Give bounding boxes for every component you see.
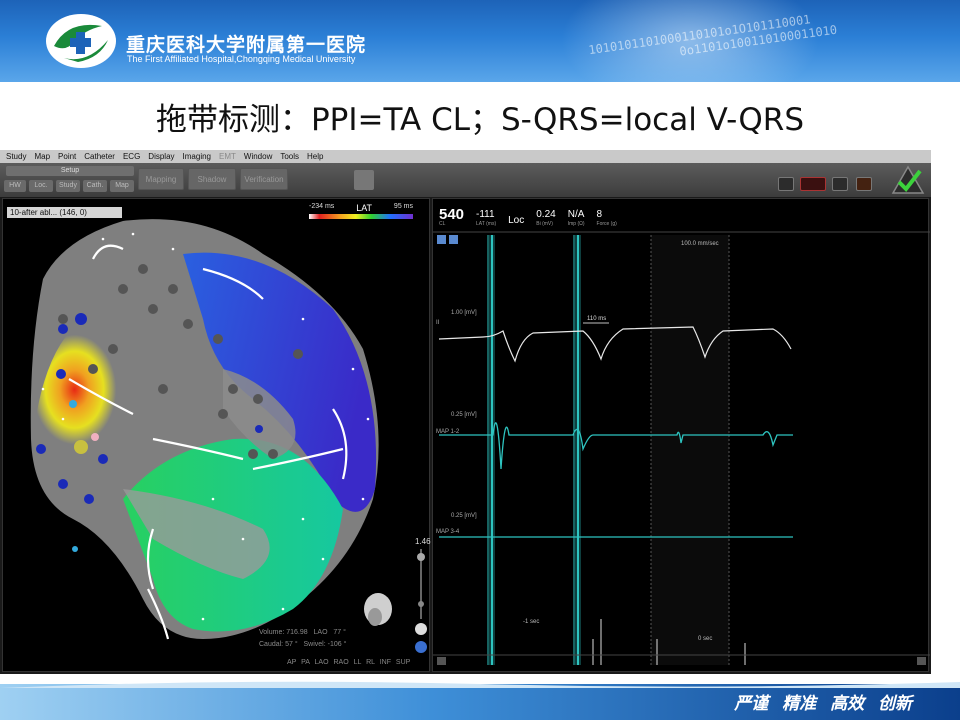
volume-value: 716.98 (286, 629, 308, 636)
force-unit: Force (g) (596, 221, 617, 227)
impedance-value: N/A (567, 209, 585, 220)
record-icon[interactable] (354, 170, 374, 190)
lat-min: -234 ms (309, 203, 335, 210)
cl-value: 540 (439, 206, 465, 223)
menu-study[interactable]: Study (6, 152, 26, 161)
volume-label: Volume: (259, 629, 285, 636)
lat-color-bar (309, 214, 413, 219)
egm-traces (433, 231, 930, 665)
menu-ecg[interactable]: ECG (123, 152, 140, 161)
cath-button[interactable]: Cath. (83, 180, 107, 192)
lat-label: LAT (356, 203, 373, 213)
check-icon[interactable] (891, 165, 925, 195)
hospital-logo-icon (46, 14, 116, 68)
lat-color-scale: -234 ms LAT 95 ms (309, 203, 413, 219)
impedance-unit: Imp (Ω) (567, 221, 585, 227)
map-pane[interactable]: 10-after abl... (146, 0) -234 ms LAT 95 … (2, 198, 431, 673)
carto-screen: Study Map Point Catheter ECG Display Ima… (0, 150, 931, 674)
sweep-speed: 100.0 mm/sec (681, 241, 719, 247)
lat-value: -111 (476, 209, 495, 220)
hospital-name-cn: 重庆医科大学附属第一医院 (126, 34, 367, 56)
map-button[interactable]: Map (110, 180, 134, 192)
egm-pane[interactable]: 540 CL -111 LAT (ms) Loc 0.24 Bi (mV) N/A Im… (432, 198, 930, 672)
ch3-scale: 0.25 [mV] (451, 513, 477, 519)
swivel-label: Swivel: (303, 641, 326, 648)
header-banner: 1010101101000110101o1O101110001 0o1101o1… (0, 0, 960, 82)
footer-banner: 严谨 精准 高效 创新 (0, 681, 960, 720)
ch2-scale: 0.25 [mV] (451, 412, 477, 418)
menu-emt: EMT (219, 152, 236, 161)
ch1-scale: 1.00 [mV] (451, 310, 477, 316)
display-icon[interactable] (832, 177, 848, 191)
menu-catheter[interactable]: Catheter (84, 152, 115, 161)
menu-help[interactable]: Help (307, 152, 323, 161)
shadow-button[interactable]: Shadow (188, 168, 236, 190)
menu-display[interactable]: Display (148, 152, 174, 161)
zoom-out-icon (449, 235, 458, 244)
caudal-value: 57 ° (285, 641, 298, 648)
lao-label: LAO (313, 629, 328, 636)
slide-title: 拖带标测：PPI=TA CL；S-QRS=local V-QRS (155, 102, 805, 138)
caudal-label: Caudal: (259, 641, 284, 648)
time-label: -1 sec (523, 619, 540, 625)
ch1-name: II (436, 320, 440, 326)
ch3-name: MAP 3-4 (436, 529, 460, 535)
footer-slogan: 严谨 精准 高效 创新 (734, 694, 912, 714)
swivel-value: -106 ° (327, 641, 347, 648)
orientation-head-icon[interactable] (364, 593, 392, 626)
slide: 1010101101000110101o1O101110001 0o1101o1… (0, 0, 960, 720)
study-button[interactable]: Study (56, 180, 80, 192)
menu-imaging[interactable]: Imaging (183, 152, 211, 161)
settings-icon[interactable] (856, 177, 872, 191)
menu-map[interactable]: Map (34, 152, 50, 161)
setup-group-label: Setup (6, 166, 134, 176)
lat-unit: LAT (ms) (476, 221, 497, 227)
zoom-in-icon (437, 235, 446, 244)
menu-window[interactable]: Window (244, 152, 272, 161)
bipolar-unit: Bi (mV) (536, 221, 553, 227)
force-value: 8 (596, 209, 603, 220)
view-presets[interactable]: AP PA LAO RAO LL RL INF SUP (287, 659, 410, 666)
tick-label: 0 sec (698, 636, 713, 642)
map-select-dropdown[interactable]: 10-after abl... (146, 0) (7, 207, 122, 218)
menu-point[interactable]: Point (58, 152, 76, 161)
zoom-slider[interactable] (415, 549, 427, 653)
view-stats: Volume: 716.98 LAO 77 ° Caudal: 57 ° Swi… (259, 627, 346, 651)
lat-max: 95 ms (393, 203, 413, 210)
menu-tools[interactable]: Tools (280, 152, 299, 161)
interval-measure: 110 ms (587, 316, 607, 322)
scroll-right-icon (917, 657, 926, 665)
hospital-name-en: The First Affiliated Hospital,Chongqing … (127, 54, 356, 64)
zoom-value: 1.46 (415, 537, 431, 546)
mode-icon[interactable] (800, 177, 826, 191)
monitor-icon[interactable] (778, 177, 794, 191)
loc-button[interactable]: Loc. (29, 180, 53, 192)
toolbar: Setup HW Loc. Study Cath. Map Mapping Sh… (0, 163, 931, 197)
heart-chamber-surface (30, 219, 379, 639)
footer-wave (0, 681, 960, 688)
ch2-name: MAP 1-2 (436, 429, 460, 435)
loc-value: Loc (508, 215, 525, 226)
hw-button[interactable]: HW (4, 180, 26, 192)
menu-bar: Study Map Point Catheter ECG Display Ima… (0, 150, 931, 163)
verification-button[interactable]: Verification (240, 168, 288, 190)
bipolar-value: 0.24 (536, 209, 556, 220)
scroll-left-icon (437, 657, 446, 665)
electroanatomic-map[interactable] (3, 199, 431, 673)
mapping-button[interactable]: Mapping (138, 168, 184, 190)
lao-value: 77 ° (333, 629, 346, 636)
catheter-readouts: 540 CL -111 LAT (ms) Loc 0.24 Bi (mV) N/A Im… (439, 206, 629, 227)
